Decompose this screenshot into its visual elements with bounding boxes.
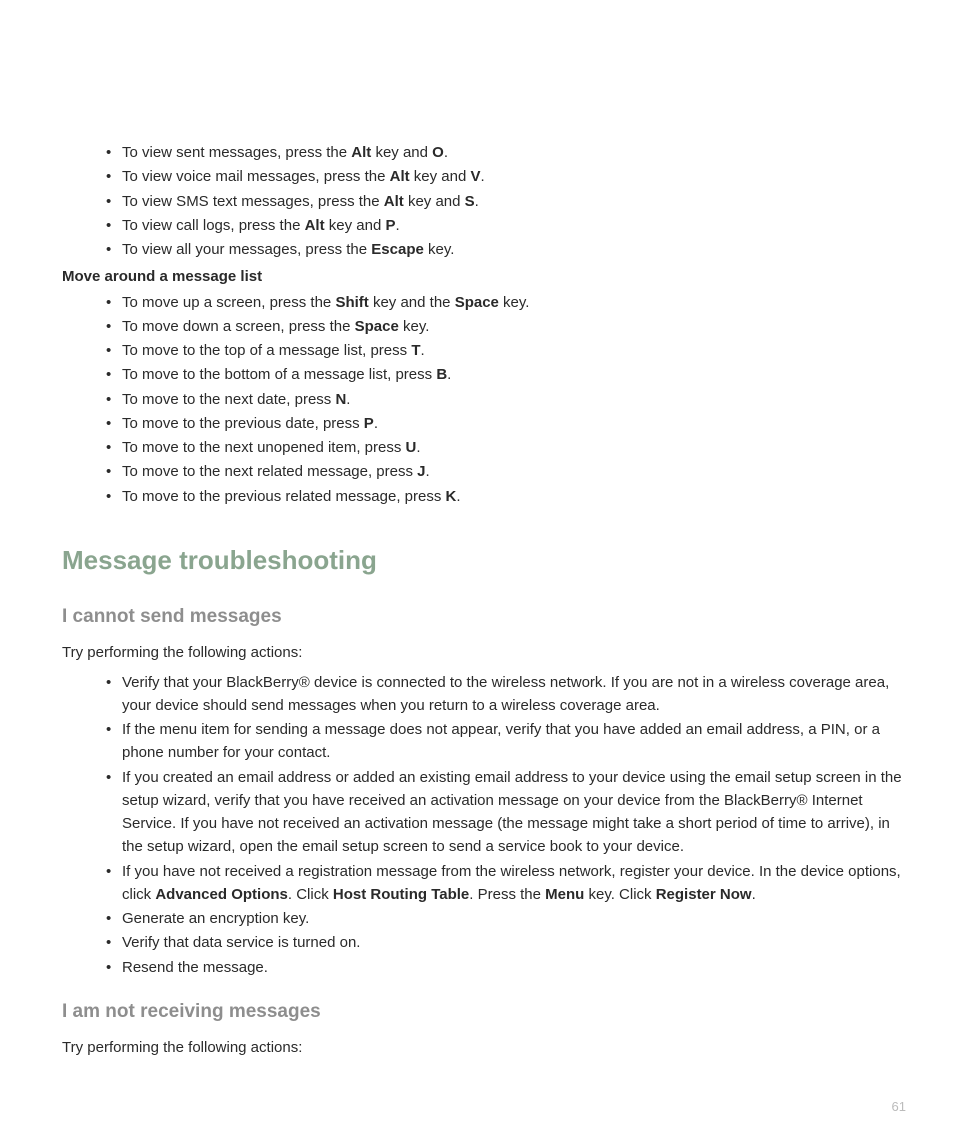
bold-text: Alt xyxy=(390,168,410,185)
bold-text: Menu xyxy=(545,886,584,903)
list-item: Verify that data service is turned on. xyxy=(122,931,908,954)
page-number: 61 xyxy=(892,1097,906,1117)
topic-cannot-send-intro: Try performing the following actions: xyxy=(62,641,908,664)
list-item: To move to the previous date, press P. xyxy=(122,412,908,435)
bold-text: O xyxy=(432,144,444,161)
list-item: To move to the top of a message list, pr… xyxy=(122,339,908,362)
topic-not-receiving: I am not receiving messages xyxy=(62,997,908,1026)
topic-cannot-send-list: Verify that your BlackBerry® device is c… xyxy=(62,671,908,979)
bold-text: U xyxy=(406,439,417,456)
bold-text: Shift xyxy=(335,294,368,311)
bold-text: Space xyxy=(455,294,499,311)
list-item: To view all your messages, press the Esc… xyxy=(122,238,908,261)
bold-text: P xyxy=(385,217,395,234)
page: To view sent messages, press the Alt key… xyxy=(0,0,954,1145)
list-item: To move up a screen, press the Shift key… xyxy=(122,291,908,314)
topic-not-receiving-intro: Try performing the following actions: xyxy=(62,1036,908,1059)
list-item: If the menu item for sending a message d… xyxy=(122,718,908,765)
bold-text: Alt xyxy=(351,144,371,161)
bold-text: T xyxy=(411,342,420,359)
bold-text: Escape xyxy=(371,241,424,258)
list-item: To move to the next related message, pre… xyxy=(122,460,908,483)
bold-text: Space xyxy=(355,318,399,335)
list-item: If you created an email address or added… xyxy=(122,766,908,859)
bold-text: Alt xyxy=(305,217,325,234)
list-item: Resend the message. xyxy=(122,956,908,979)
move-around-heading: Move around a message list xyxy=(62,265,908,288)
move-around-list: To move up a screen, press the Shift key… xyxy=(62,291,908,508)
list-item: Generate an encryption key. xyxy=(122,907,908,930)
list-item: To move to the bottom of a message list,… xyxy=(122,363,908,386)
bold-text: B xyxy=(436,366,447,383)
list-item: To view sent messages, press the Alt key… xyxy=(122,141,908,164)
list-item: If you have not received a registration … xyxy=(122,860,908,907)
section-title-message-troubleshooting: Message troubleshooting xyxy=(62,540,908,580)
bold-text: S xyxy=(465,193,475,210)
list-item: To move to the next unopened item, press… xyxy=(122,436,908,459)
bold-text: J xyxy=(417,463,425,480)
list-item: To view call logs, press the Alt key and… xyxy=(122,214,908,237)
bold-text: Register Now xyxy=(656,886,752,903)
bold-text: K xyxy=(446,488,457,505)
list-item: To view SMS text messages, press the Alt… xyxy=(122,190,908,213)
bold-text: V xyxy=(470,168,480,185)
bold-text: N xyxy=(335,391,346,408)
bold-text: Advanced Options xyxy=(155,886,288,903)
bold-text: Alt xyxy=(384,193,404,210)
bold-text: P xyxy=(364,415,374,432)
list-item: To move to the previous related message,… xyxy=(122,485,908,508)
list-item: To move to the next date, press N. xyxy=(122,388,908,411)
list-item: To move down a screen, press the Space k… xyxy=(122,315,908,338)
list-item: To view voice mail messages, press the A… xyxy=(122,165,908,188)
bold-text: Host Routing Table xyxy=(333,886,469,903)
filter-message-list: To view sent messages, press the Alt key… xyxy=(62,141,908,261)
list-item: Verify that your BlackBerry® device is c… xyxy=(122,671,908,718)
topic-cannot-send: I cannot send messages xyxy=(62,602,908,631)
